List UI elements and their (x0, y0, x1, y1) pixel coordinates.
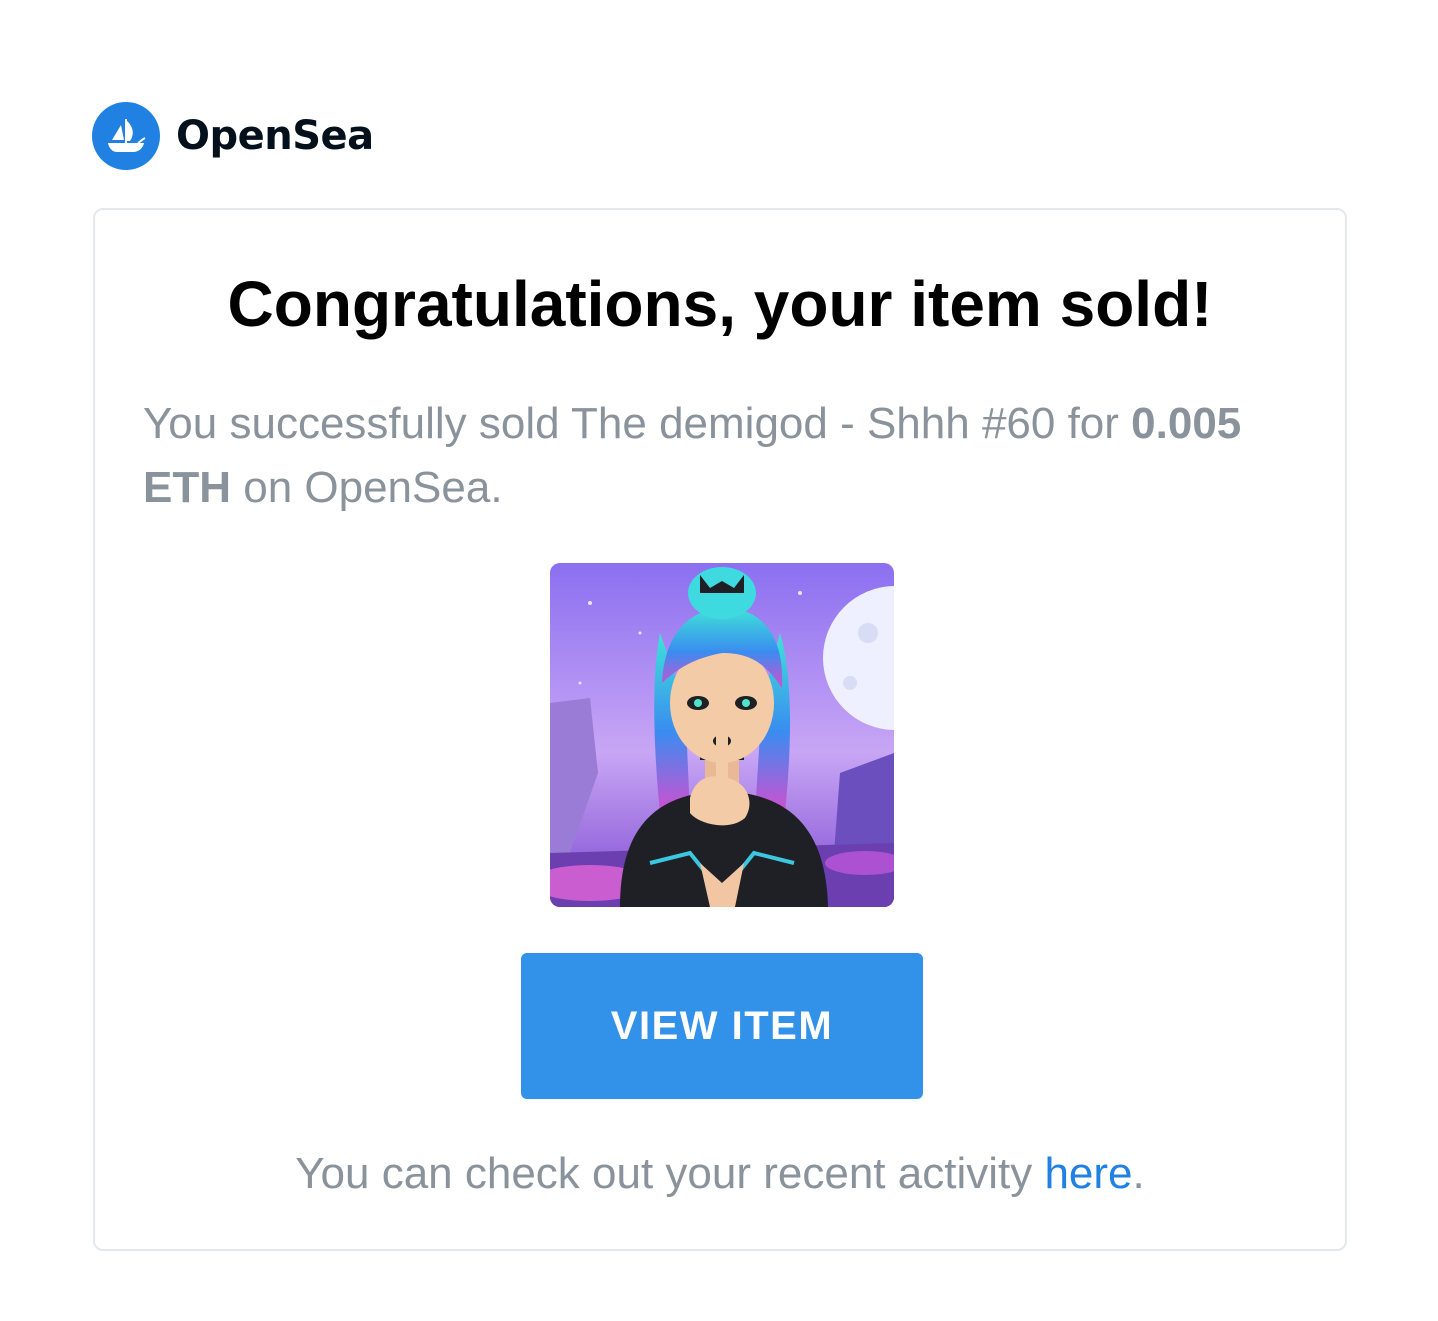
sale-message-text: You successfully sold The demigod - Shhh… (143, 399, 1132, 448)
nft-artwork-image[interactable] (550, 563, 894, 907)
sale-message-suffix: on OpenSea. (231, 463, 503, 512)
recent-activity-text: You can check out your recent activity (295, 1149, 1045, 1198)
page-title: Congratulations, your item sold! (227, 268, 1213, 340)
sale-message: You successfully sold The demigod - Shhh… (143, 392, 1283, 520)
view-item-button[interactable]: VIEW ITEM (521, 953, 923, 1099)
sale-notification-card: Congratulations, your item sold! You suc… (93, 208, 1347, 1251)
brand-name: OpenSea (176, 113, 374, 159)
recent-activity-suffix: . (1132, 1149, 1145, 1198)
brand-header: OpenSea (92, 102, 374, 170)
opensea-logo-icon[interactable] (92, 102, 160, 170)
recent-activity-note: You can check out your recent activity h… (95, 1142, 1345, 1206)
recent-activity-link[interactable]: here (1044, 1149, 1132, 1198)
